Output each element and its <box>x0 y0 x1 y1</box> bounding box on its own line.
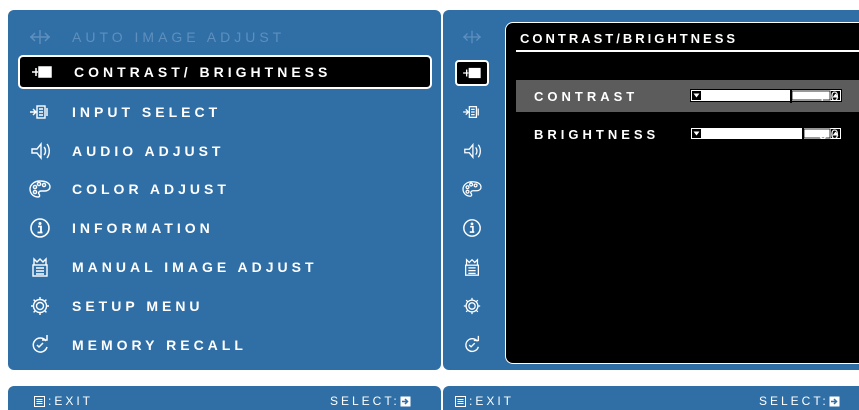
auto-adjust-icon[interactable] <box>455 24 489 50</box>
menu-item-color-adjust[interactable]: COLOR ADJUST <box>18 172 432 206</box>
select-label: SELECT: <box>759 394 829 408</box>
input-select-icon <box>26 100 54 124</box>
exit-label: :EXIT <box>48 394 94 408</box>
audio-icon[interactable] <box>455 138 489 164</box>
select-hint: SELECT: <box>330 394 414 408</box>
menu-item-contrast-brightness[interactable]: CONTRAST/ BRIGHTNESS <box>18 55 432 89</box>
gear-icon <box>26 294 54 318</box>
select-label: SELECT: <box>330 394 400 408</box>
menu-item-label: MEMORY RECALL <box>72 337 247 353</box>
menu-item-label: INPUT SELECT <box>72 104 222 120</box>
color-palette-icon <box>26 177 54 201</box>
contrast-brightness-icon <box>28 60 56 84</box>
submenu-title: CONTRAST/BRIGHTNESS <box>520 31 739 46</box>
brightness-row[interactable]: BRIGHTNESS 80 <box>516 118 859 150</box>
menu-item-label: INFORMATION <box>72 220 214 236</box>
input-select-icon[interactable] <box>455 99 489 125</box>
auto-adjust-icon <box>26 25 54 49</box>
menu-item-label: AUTO IMAGE ADJUST <box>72 29 286 45</box>
menu-item-label: AUDIO ADJUST <box>72 143 225 159</box>
menu-item-audio-adjust[interactable]: AUDIO ADJUST <box>18 134 432 168</box>
contrast-row[interactable]: CONTRAST 70 <box>516 80 859 112</box>
contrast-label: CONTRAST <box>534 89 639 104</box>
exit-hint: :EXIT <box>455 394 514 408</box>
menu-item-label: COLOR ADJUST <box>72 181 230 197</box>
color-palette-icon[interactable] <box>455 176 489 202</box>
menu-item-label: MANUAL IMAGE ADJUST <box>72 259 318 275</box>
menu-button-icon <box>34 395 45 407</box>
main-menu-panel: AUTO IMAGE ADJUST CONTRAST/ BRIGHTNESS I… <box>8 10 441 370</box>
memory-recall-icon[interactable] <box>455 332 489 358</box>
enter-button-icon <box>829 396 840 406</box>
footer-left: :EXIT SELECT: <box>8 386 441 410</box>
manual-adjust-icon <box>26 255 54 279</box>
contrast-brightness-submenu: CONTRAST/BRIGHTNESS CONTRAST 70 BRIGHTNE… <box>505 22 859 364</box>
brightness-label: BRIGHTNESS <box>534 127 660 142</box>
gear-icon[interactable] <box>455 293 489 319</box>
menu-item-label: CONTRAST/ BRIGHTNESS <box>74 64 332 80</box>
menu-item-manual-image-adjust[interactable]: MANUAL IMAGE ADJUST <box>18 250 432 284</box>
audio-icon <box>26 139 54 163</box>
enter-button-icon <box>400 396 411 406</box>
menu-item-label: SETUP MENU <box>72 298 204 314</box>
select-hint: SELECT: <box>759 394 843 408</box>
slider-thumb[interactable] <box>802 127 804 141</box>
brightness-value: 80 <box>819 126 843 142</box>
exit-hint: :EXIT <box>34 394 93 408</box>
menu-item-memory-recall[interactable]: MEMORY RECALL <box>18 328 432 362</box>
menu-button-icon <box>455 395 466 407</box>
menu-item-input-select[interactable]: INPUT SELECT <box>18 95 432 129</box>
memory-recall-icon <box>26 333 54 357</box>
contrast-value: 70 <box>819 88 843 104</box>
manual-adjust-icon[interactable] <box>455 254 489 280</box>
footer-right: :EXIT SELECT: <box>443 386 859 410</box>
contrast-brightness-icon[interactable] <box>455 60 489 86</box>
menu-item-information[interactable]: INFORMATION <box>18 211 432 245</box>
title-underline <box>516 50 859 52</box>
menu-item-auto-image-adjust[interactable]: AUTO IMAGE ADJUST <box>18 20 432 54</box>
menu-item-setup-menu[interactable]: SETUP MENU <box>18 289 432 323</box>
info-icon[interactable] <box>455 215 489 241</box>
exit-label: :EXIT <box>469 394 515 408</box>
info-icon <box>26 216 54 240</box>
slider-thumb[interactable] <box>790 89 792 103</box>
